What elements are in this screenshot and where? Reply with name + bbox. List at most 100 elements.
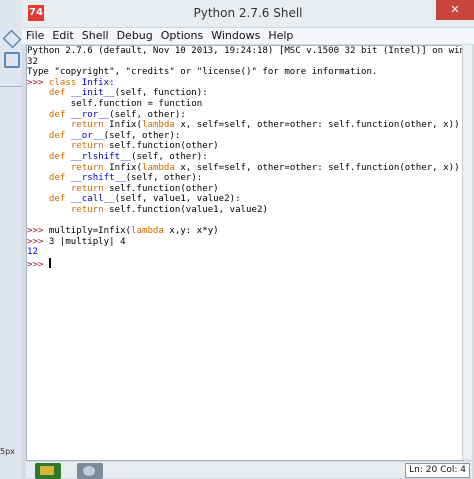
shell-text: return xyxy=(70,183,104,194)
shell-prompt: >>> xyxy=(27,236,49,247)
shell-line: return Infix(lambda x, self=self, other=… xyxy=(27,120,463,131)
shell-line: return self.function(value1, value2) xyxy=(27,205,463,216)
shell-text: x, self=self, other=other: self.function… xyxy=(174,162,460,173)
shell-text: def xyxy=(48,88,66,99)
shell-line: return self.function(other) xyxy=(27,141,463,152)
title-bar[interactable]: 74 Python 2.7.6 Shell ✕ xyxy=(22,0,474,28)
desktop-divider xyxy=(0,86,22,87)
shell-prompt: >>> xyxy=(27,226,49,237)
shell-text: (self, function): xyxy=(114,88,208,99)
menu-item-edit[interactable]: Edit xyxy=(48,28,77,42)
shell-line: def __rlshift__(self, other): xyxy=(27,152,463,163)
shell-text xyxy=(27,205,71,215)
close-button[interactable]: ✕ xyxy=(436,0,474,20)
shell-text xyxy=(27,194,49,204)
shell-line: >>> multiply=Infix(lambda x,y: x*y) xyxy=(27,226,463,237)
shell-line: Type "copyright", "credits" or "license(… xyxy=(27,67,463,78)
shell-text xyxy=(27,152,49,162)
shell-text xyxy=(27,88,49,98)
desktop-diamond-icon[interactable] xyxy=(2,29,22,49)
shell-text: (self, other): xyxy=(131,151,208,162)
shell-text: Python 2.7.6 (default, Nov 10 2013, 19:2… xyxy=(27,46,464,56)
shell-line: 32 xyxy=(27,57,463,68)
shell-text: return xyxy=(70,162,104,173)
shell-text xyxy=(27,163,71,173)
menu-bar: File Edit Shell Debug Options Windows Help xyxy=(22,28,474,44)
desktop-label: 5px xyxy=(0,447,15,456)
shell-text: lambda xyxy=(142,162,175,173)
shell-text: 32 xyxy=(27,56,38,67)
shell-prompt: >>> xyxy=(27,259,49,270)
shell-text: def xyxy=(48,194,66,205)
menu-item-help[interactable]: Help xyxy=(264,28,297,42)
shell-text: return xyxy=(70,204,104,215)
shell-text: lambda xyxy=(142,120,175,131)
shell-line: def __init__(self, function): xyxy=(27,88,463,99)
window-title: Python 2.7.6 Shell xyxy=(193,6,303,20)
menu-item-shell[interactable]: Shell xyxy=(78,28,113,42)
shell-text: (self, value1, value2): xyxy=(114,194,241,205)
shell-line: return Infix(lambda x, self=self, other=… xyxy=(27,163,463,174)
shell-text xyxy=(27,141,71,151)
shell-line: def __ror__(self, other): xyxy=(27,110,463,121)
taskbar-app-icon[interactable] xyxy=(35,463,61,479)
shell-line: def __or__(self, other): xyxy=(27,131,463,142)
shell-line: >>> class Infix: xyxy=(27,78,463,89)
shell-line: >>> 3 |multiply| 4 xyxy=(27,237,463,248)
shell-text: (self, other): xyxy=(109,109,186,120)
shell-text: (self, other): xyxy=(125,173,203,184)
menu-item-file[interactable]: File xyxy=(22,28,48,42)
shell-text: __rshift__ xyxy=(65,173,126,184)
shell-line: >>> xyxy=(27,257,463,270)
shell-text: return xyxy=(70,120,104,131)
shell-text xyxy=(27,184,71,194)
desktop-strip: 5px xyxy=(0,0,22,479)
shell-text: self.function(value1, value2) xyxy=(103,204,268,215)
menu-item-debug[interactable]: Debug xyxy=(113,28,157,42)
cursor-position-status: Ln: 20 Col: 4 xyxy=(405,463,470,478)
taskbar-paint-icon[interactable] xyxy=(77,463,103,479)
shell-text: def xyxy=(48,151,66,162)
shell-text: __rlshift__ xyxy=(65,151,132,162)
shell-text: __or__ xyxy=(65,130,104,141)
shell-text: self.function(other) xyxy=(103,183,219,194)
desktop-window-icon[interactable] xyxy=(4,52,20,68)
shell-line: self.function = function xyxy=(27,99,463,110)
shell-text xyxy=(27,131,49,141)
shell-text: __call__ xyxy=(65,194,115,205)
shell-text: self.function = function xyxy=(27,98,203,109)
shell-line: return self.function(other) xyxy=(27,184,463,195)
shell-text-area[interactable]: Python 2.7.6 (default, Nov 10 2013, 19:2… xyxy=(26,45,464,461)
shell-text: __ror__ xyxy=(65,109,110,120)
shell-text: __init__ xyxy=(65,88,115,99)
shell-text xyxy=(27,120,71,130)
shell-text: 3 |multiply| 4 xyxy=(48,236,126,247)
shell-text: Type "copyright", "credits" or "license(… xyxy=(27,67,378,78)
menu-item-options[interactable]: Options xyxy=(157,28,207,42)
shell-window: 74 Python 2.7.6 Shell ✕ File Edit Shell Deb… xyxy=(22,0,474,479)
shell-text: Infix( xyxy=(103,120,142,131)
shell-line: def __rshift__(self, other): xyxy=(27,173,463,184)
shell-text: def xyxy=(48,173,66,184)
shell-text: def xyxy=(48,130,66,141)
shell-text: def xyxy=(48,109,66,120)
shell-text: self.function(other) xyxy=(103,141,219,152)
shell-text: x, self=self, other=other: self.function… xyxy=(174,120,460,131)
shell-line: Python 2.7.6 (default, Nov 10 2013, 19:2… xyxy=(27,46,463,57)
shell-text: Infix: xyxy=(76,77,115,88)
shell-text xyxy=(27,173,49,183)
shell-text: 12 xyxy=(27,247,38,258)
shell-text: lambda xyxy=(131,226,164,237)
shell-text: x,y: x*y) xyxy=(163,226,219,237)
shell-text: return xyxy=(70,141,104,152)
text-caret xyxy=(48,257,51,268)
shell-text: class xyxy=(48,77,77,88)
shell-text: multiply=Infix( xyxy=(48,226,132,237)
shell-prompt: >>> xyxy=(27,77,49,88)
shell-text: (self, other): xyxy=(103,130,181,141)
vertical-scrollbar[interactable] xyxy=(462,45,472,459)
menu-item-windows[interactable]: Windows xyxy=(207,28,264,42)
shell-text: Infix( xyxy=(103,162,142,173)
shell-text xyxy=(27,110,49,120)
